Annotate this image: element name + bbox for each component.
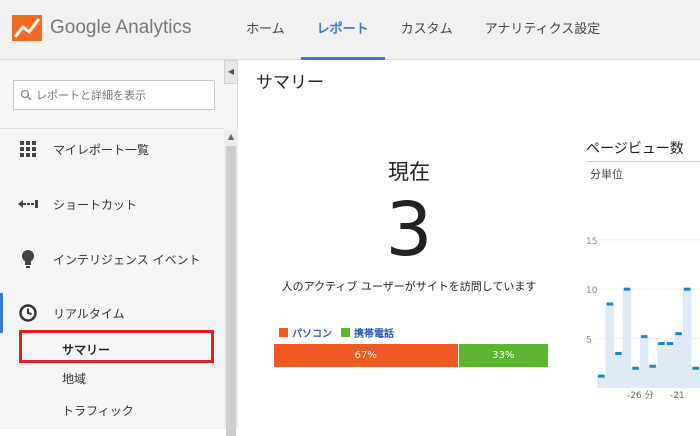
- device-legend: パソコン 携帯電話: [279, 325, 403, 340]
- legend-label: 携帯電話: [354, 329, 394, 340]
- legend-swatch: [341, 328, 350, 337]
- y-tick-label: 15: [586, 237, 597, 247]
- report-search[interactable]: [13, 80, 215, 110]
- highlight-box: [19, 330, 214, 363]
- pageview-bar[interactable]: [683, 287, 691, 291]
- sidebar-item-label: インテリジェンス イベント: [53, 252, 201, 267]
- pageview-bar[interactable]: [615, 351, 622, 355]
- pageview-bar[interactable]: [692, 366, 699, 370]
- grid-icon: [18, 139, 38, 159]
- nav-custom[interactable]: カスタム: [385, 0, 469, 60]
- sidebar-item-realtime[interactable]: リアルタイム: [0, 293, 222, 333]
- sidebar-scrollbar[interactable]: ▲: [224, 130, 238, 436]
- search-input[interactable]: [36, 88, 206, 102]
- scroll-thumb[interactable]: [226, 146, 236, 436]
- sidebar-item-label: リアルタイム: [53, 306, 125, 321]
- nav-analytics-settings[interactable]: アナリティクス設定: [469, 0, 617, 60]
- pageviews-chart: 15 10 5 -26 分 -21: [586, 237, 700, 400]
- chart-title-divider: [586, 161, 700, 162]
- x-tick-label: -21: [670, 391, 685, 400]
- pageview-bar[interactable]: [606, 302, 614, 306]
- collapse-sidebar-button[interactable]: ◀: [224, 60, 238, 84]
- clock-icon: [18, 303, 38, 323]
- chart-title: ページビュー数: [586, 141, 684, 157]
- pageview-bar[interactable]: [675, 332, 682, 336]
- sidebar-subitem-label: トラフィック: [62, 404, 134, 418]
- now-label: 現在: [388, 160, 430, 184]
- mobile-share-segment: 33%: [457, 344, 548, 367]
- pageview-bar[interactable]: [623, 287, 631, 291]
- pageview-bar[interactable]: [658, 342, 665, 346]
- active-users-count: 3: [385, 187, 433, 273]
- lightbulb-icon: [18, 249, 38, 269]
- logo-text: Google Analytics: [50, 17, 192, 38]
- top-header: Google Analytics ホーム レポート カスタム アナリティクス設定: [0, 0, 700, 60]
- page-title: サマリー: [256, 73, 324, 93]
- sidebar-subitem-traffic[interactable]: トラフィック: [0, 397, 222, 423]
- nav-reports[interactable]: レポート: [300, 0, 385, 60]
- pageview-bar[interactable]: [649, 364, 657, 368]
- scroll-up-arrow-icon[interactable]: ▲: [226, 132, 236, 142]
- nav-home[interactable]: ホーム: [230, 0, 301, 60]
- sidebar-item-intelligence-events[interactable]: インテリジェンス イベント: [0, 239, 222, 279]
- sidebar-item-label: ショートカット: [53, 197, 138, 212]
- legend-item-desktop: パソコン: [279, 325, 332, 340]
- pageview-bar[interactable]: [598, 374, 605, 378]
- sidebar-subitem-label: 地域: [62, 372, 87, 386]
- sidebar-item-shortcuts[interactable]: ショートカット: [0, 184, 222, 224]
- device-split-bar: 67% 33%: [274, 344, 548, 367]
- main-nav: ホーム レポート カスタム アナリティクス設定: [230, 0, 616, 60]
- legend-swatch: [279, 328, 288, 337]
- shortcut-icon: [18, 194, 38, 214]
- sidebar-item-my-reports[interactable]: マイレポート一覧: [0, 129, 222, 169]
- pageview-bar[interactable]: [666, 342, 674, 346]
- active-users-text: 人のアクティブ ユーザーがサイトを訪問しています: [281, 280, 537, 293]
- desktop-share-segment: 67%: [274, 344, 458, 367]
- chart-subtitle: 分単位: [590, 168, 623, 181]
- y-tick-label: 5: [586, 336, 592, 346]
- sidebar: マイレポート一覧 ショートカット インテリジェンス イベント リ: [0, 60, 238, 436]
- sidebar-item-label: マイレポート一覧: [53, 142, 150, 157]
- x-tick-label: -26 分: [627, 390, 654, 400]
- pageview-bar[interactable]: [632, 366, 639, 370]
- main-content: サマリー 現在 3 人のアクティブ ユーザーがサイトを訪問しています パソコン …: [239, 60, 700, 429]
- chevron-left-icon: ◀: [227, 67, 235, 76]
- search-icon: [20, 89, 32, 101]
- y-tick-label: 10: [586, 286, 598, 296]
- pageview-bar[interactable]: [640, 335, 648, 339]
- legend-label: パソコン: [292, 329, 332, 340]
- sidebar-subitem-region[interactable]: 地域: [0, 365, 222, 391]
- google-analytics-logo[interactable]: Google Analytics: [12, 12, 192, 44]
- legend-item-mobile: 携帯電話: [341, 325, 394, 340]
- analytics-logo-icon: [12, 15, 42, 41]
